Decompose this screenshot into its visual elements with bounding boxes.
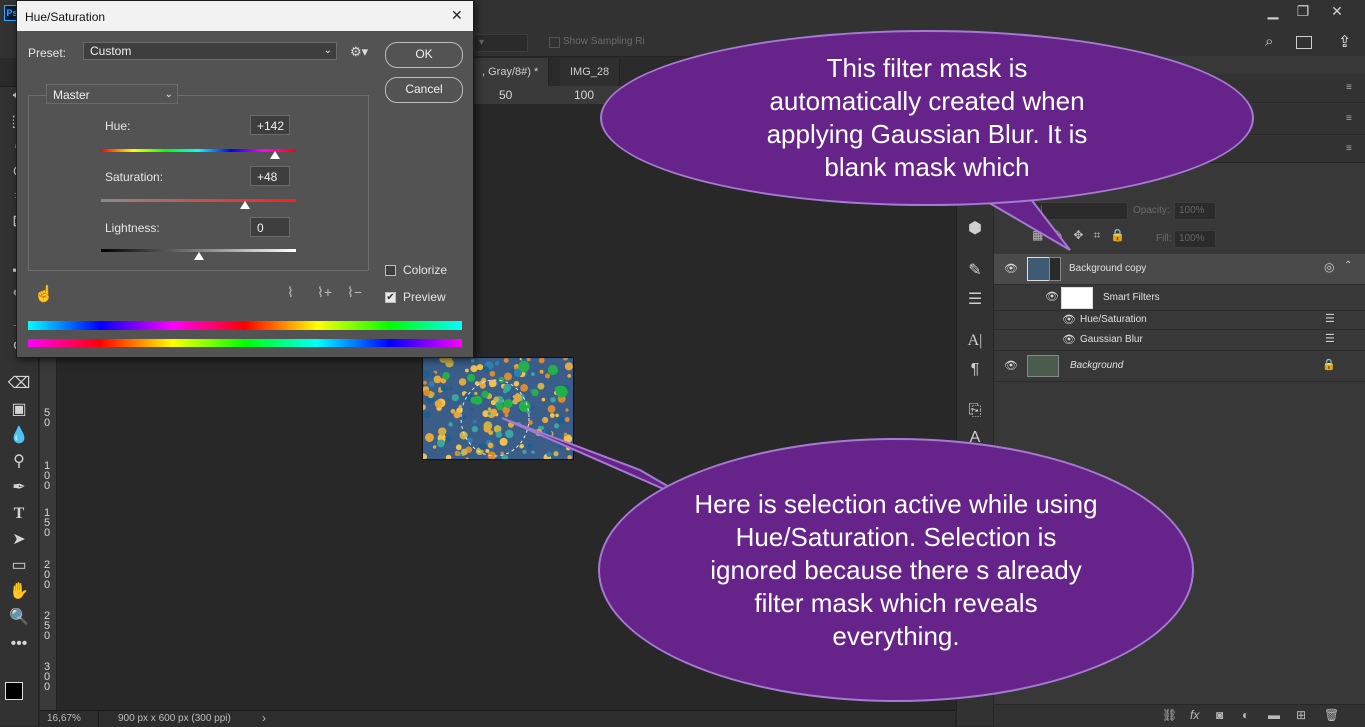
callout-selection: Here is selection active while using Hue…: [598, 438, 1194, 702]
callout-filter-mask: This filter mask is automatically create…: [600, 30, 1254, 206]
